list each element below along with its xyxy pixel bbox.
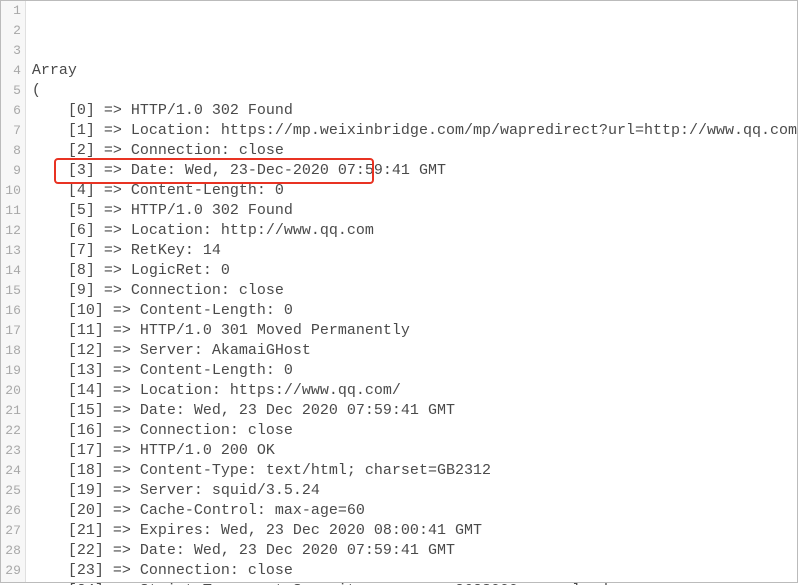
code-line: [14] => Location: https://www.qq.com/ [32, 381, 797, 401]
code-line: [6] => Location: http://www.qq.com [32, 221, 797, 241]
line-number-gutter: 1234567891011121314151617181920212223242… [1, 1, 26, 582]
code-line: [2] => Connection: close [32, 141, 797, 161]
line-number: 9 [1, 161, 21, 181]
code-line: [11] => HTTP/1.0 301 Moved Permanently [32, 321, 797, 341]
line-number: 14 [1, 261, 21, 281]
code-line: [17] => HTTP/1.0 200 OK [32, 441, 797, 461]
line-number: 4 [1, 61, 21, 81]
line-number: 29 [1, 561, 21, 581]
line-number: 28 [1, 541, 21, 561]
line-number: 3 [1, 41, 21, 61]
code-line: [12] => Server: AkamaiGHost [32, 341, 797, 361]
code-line: [16] => Connection: close [32, 421, 797, 441]
code-editor: 1234567891011121314151617181920212223242… [0, 0, 798, 583]
code-line: [15] => Date: Wed, 23 Dec 2020 07:59:41 … [32, 401, 797, 421]
code-line: [1] => Location: https://mp.weixinbridge… [32, 121, 797, 141]
code-line: ( [32, 81, 797, 101]
line-number: 26 [1, 501, 21, 521]
code-line: [9] => Connection: close [32, 281, 797, 301]
line-number: 20 [1, 381, 21, 401]
code-line: [7] => RetKey: 14 [32, 241, 797, 261]
line-number: 5 [1, 81, 21, 101]
code-line: [24] => Strict-Transport-Security: max-a… [32, 581, 797, 585]
line-number: 17 [1, 321, 21, 341]
line-number: 16 [1, 301, 21, 321]
code-line: [4] => Content-Length: 0 [32, 181, 797, 201]
line-number: 22 [1, 421, 21, 441]
code-line: [22] => Date: Wed, 23 Dec 2020 07:59:41 … [32, 541, 797, 561]
code-line: [10] => Content-Length: 0 [32, 301, 797, 321]
line-number: 1 [1, 1, 21, 21]
line-number: 23 [1, 441, 21, 461]
code-line: [8] => LogicRet: 0 [32, 261, 797, 281]
line-number: 12 [1, 221, 21, 241]
line-number: 2 [1, 21, 21, 41]
code-line: [20] => Cache-Control: max-age=60 [32, 501, 797, 521]
line-number: 25 [1, 481, 21, 501]
line-number: 24 [1, 461, 21, 481]
code-line: Array [32, 61, 797, 81]
code-line: [13] => Content-Length: 0 [32, 361, 797, 381]
code-line: [23] => Connection: close [32, 561, 797, 581]
line-number: 10 [1, 181, 21, 201]
line-number: 18 [1, 341, 21, 361]
code-line: [21] => Expires: Wed, 23 Dec 2020 08:00:… [32, 521, 797, 541]
line-number: 13 [1, 241, 21, 261]
code-line: [18] => Content-Type: text/html; charset… [32, 461, 797, 481]
code-line: [5] => HTTP/1.0 302 Found [32, 201, 797, 221]
line-number: 19 [1, 361, 21, 381]
code-area: Array( [0] => HTTP/1.0 302 Found [1] => … [26, 1, 797, 582]
code-line: [0] => HTTP/1.0 302 Found [32, 101, 797, 121]
line-number: 8 [1, 141, 21, 161]
line-number: 11 [1, 201, 21, 221]
line-number: 15 [1, 281, 21, 301]
code-line: [19] => Server: squid/3.5.24 [32, 481, 797, 501]
line-number: 7 [1, 121, 21, 141]
code-line: [3] => Date: Wed, 23-Dec-2020 07:59:41 G… [32, 161, 797, 181]
line-number: 27 [1, 521, 21, 541]
line-number: 21 [1, 401, 21, 421]
line-number: 6 [1, 101, 21, 121]
